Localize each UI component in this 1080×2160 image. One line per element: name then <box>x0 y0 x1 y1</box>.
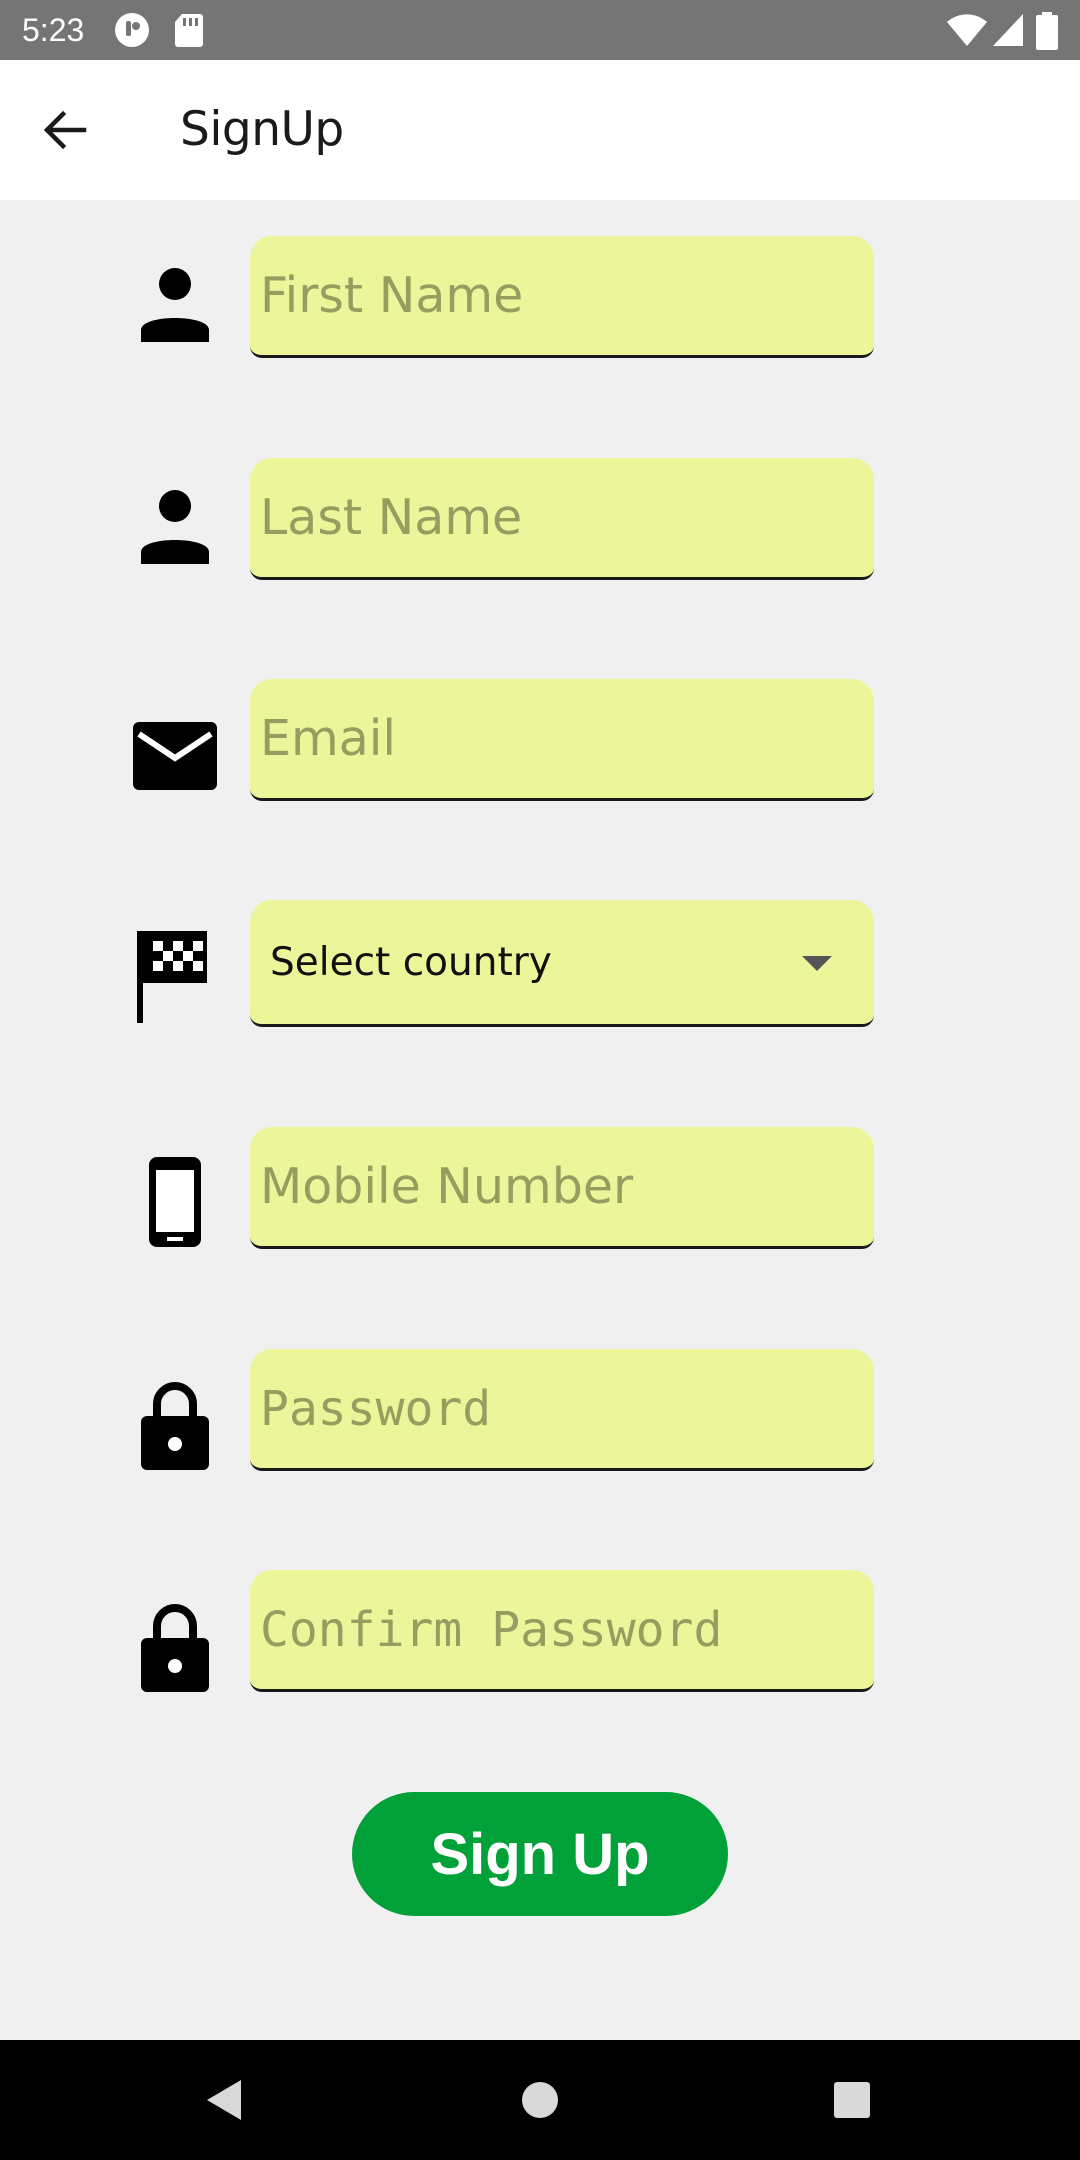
dropdown-arrow-icon <box>802 956 832 971</box>
person-icon <box>141 490 209 564</box>
signup-button[interactable]: Sign Up <box>352 1792 728 1916</box>
nav-back-icon[interactable] <box>195 2070 255 2130</box>
navigation-bar <box>0 2040 1080 2160</box>
email-input[interactable] <box>260 679 860 798</box>
wifi-icon <box>947 14 987 46</box>
arrow-back-icon <box>43 110 87 150</box>
password-input[interactable] <box>260 1349 860 1468</box>
phone-icon <box>149 1157 201 1247</box>
mobile-number-field[interactable] <box>250 1127 874 1249</box>
app-bar: SignUp <box>0 60 1080 200</box>
confirm-password-field[interactable] <box>250 1570 874 1692</box>
first-name-input[interactable] <box>260 236 860 355</box>
checkered-flag-icon <box>137 931 207 1023</box>
country-select-value: Select country <box>270 940 552 985</box>
last-name-field[interactable] <box>250 458 874 580</box>
status-bar: 5:23 <box>0 0 1080 60</box>
battery-icon <box>1036 12 1058 50</box>
nav-home-icon[interactable] <box>510 2070 570 2130</box>
lock-icon <box>141 1604 209 1692</box>
status-time: 5:23 <box>22 12 85 48</box>
page-title: SignUp <box>180 102 344 157</box>
email-field[interactable] <box>250 679 874 801</box>
notification-app-icon <box>115 13 149 47</box>
signal-icon <box>993 14 1023 46</box>
mail-icon <box>133 722 217 790</box>
mobile-number-input[interactable] <box>260 1127 860 1246</box>
confirm-password-input[interactable] <box>260 1570 860 1689</box>
password-field[interactable] <box>250 1349 874 1471</box>
nav-recents-icon[interactable] <box>822 2070 882 2130</box>
person-icon <box>141 268 209 342</box>
first-name-field[interactable] <box>250 236 874 358</box>
back-button[interactable] <box>36 100 96 160</box>
last-name-input[interactable] <box>260 458 860 577</box>
country-select[interactable]: Select country <box>250 900 874 1027</box>
lock-icon <box>141 1382 209 1470</box>
sd-card-icon <box>175 14 203 47</box>
